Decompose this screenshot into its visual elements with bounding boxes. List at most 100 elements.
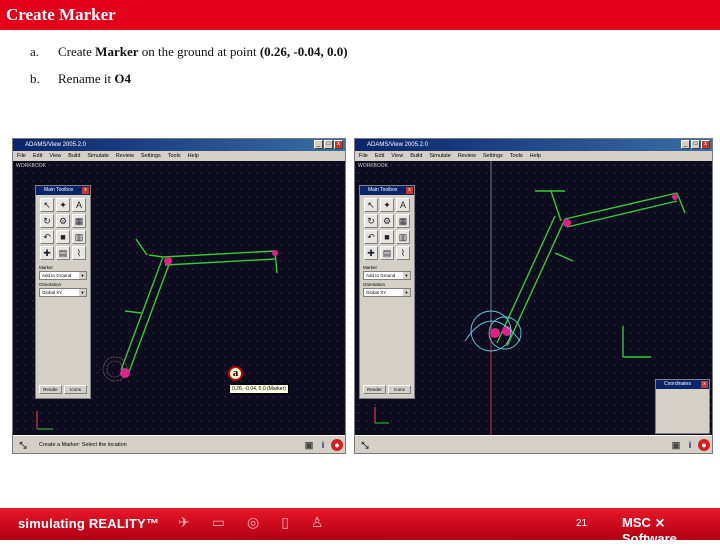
bottle-icon: ▯ [281, 516, 289, 531]
info-icon[interactable]: i [684, 439, 696, 451]
menu-simulate[interactable]: Simulate [429, 151, 450, 161]
toolbar-icon[interactable]: ▣ [303, 439, 315, 451]
close-icon[interactable]: x [406, 187, 413, 194]
toolbox-title-bar: Main Toolbox x [36, 186, 90, 195]
marker-select[interactable]: Add to Ground ▼ [39, 271, 87, 280]
menu-edit[interactable]: Edit [375, 151, 384, 161]
menu-tools[interactable]: Tools [510, 151, 523, 161]
close-button[interactable]: x [334, 140, 343, 149]
graph-icon[interactable]: ⌇ [72, 246, 86, 260]
window-title: ADAMS/View 2005.2.0 [367, 142, 428, 148]
chevron-down-icon: ▼ [79, 272, 86, 279]
render-button[interactable]: Render [363, 385, 386, 394]
text-icon[interactable]: A [396, 198, 410, 212]
menu-edit[interactable]: Edit [33, 151, 42, 161]
view-icon[interactable]: ✦ [380, 198, 394, 212]
window-title-bar: ADAMS/View 2005.2.0 _ □ x [355, 139, 712, 151]
menu-build[interactable]: Build [68, 151, 80, 161]
menu-tools[interactable]: Tools [168, 151, 181, 161]
slide-title: Create Marker [6, 5, 116, 24]
undo-icon[interactable]: ↶ [40, 230, 54, 244]
menu-settings[interactable]: Settings [141, 151, 161, 161]
close-button[interactable]: x [701, 140, 710, 149]
maximize-button[interactable]: □ [691, 140, 700, 149]
close-icon[interactable]: x [82, 187, 89, 194]
table-icon[interactable]: ▦ [396, 214, 410, 228]
window-title-bar: ADAMS/View 2005.2.0 _ □ x [13, 139, 345, 151]
page-number: 21 [576, 518, 588, 529]
database-icon[interactable]: ▤ [380, 246, 394, 260]
rotate-icon[interactable]: ↻ [364, 214, 378, 228]
toolbox-title: Main Toolbox [368, 187, 398, 193]
menu-settings[interactable]: Settings [483, 151, 503, 161]
database-icon[interactable]: ▤ [56, 246, 70, 260]
footer-icon-strip: ✈ ▭ ◎ ▯ ♙ [178, 516, 323, 532]
slide-footer: simulating REALITY™ ✈ ▭ ◎ ▯ ♙ 21 MSC ⨯ S… [0, 508, 720, 546]
main-toolbox: Main Toolbox x ↖ ✦ A ↻ ⚙ ▦ ↶ ■ ▥ ✚ ▤ ⌇ M… [35, 185, 91, 399]
status-bar: ⤡ Create a Marker: Select the location ▣… [13, 435, 345, 453]
menu-help[interactable]: Help [188, 151, 199, 161]
tool-icon[interactable]: ⤡ [359, 439, 371, 451]
minimize-button[interactable]: _ [681, 140, 690, 149]
render-button[interactable]: Render [39, 385, 62, 394]
step-text: Rename it O4 [58, 71, 131, 86]
maximize-button[interactable]: □ [324, 140, 333, 149]
menu-file[interactable]: File [359, 151, 368, 161]
menu-help[interactable]: Help [530, 151, 541, 161]
joint-icon[interactable]: ⚙ [380, 214, 394, 228]
force-icon[interactable]: ✚ [40, 246, 54, 260]
camera-icon[interactable]: ■ [56, 230, 70, 244]
tagline: simulating REALITY™ [18, 516, 160, 531]
menu-view[interactable]: View [49, 151, 61, 161]
step-marker: a. [30, 44, 40, 59]
jet-icon: ✈ [178, 516, 190, 531]
text-icon[interactable]: A [72, 198, 86, 212]
orientation-select[interactable]: Global XY ▼ [39, 288, 87, 297]
toolbar-icon[interactable]: ▣ [670, 439, 682, 451]
menu-view[interactable]: View [391, 151, 403, 161]
stop-icon[interactable]: ● [331, 439, 343, 451]
select-icon[interactable]: ↖ [40, 198, 54, 212]
marker-label: Marker [39, 265, 54, 270]
menu-simulate[interactable]: Simulate [87, 151, 108, 161]
menu-file[interactable]: File [17, 151, 26, 161]
icons-button[interactable]: Icons [388, 385, 411, 394]
main-toolbox: Main Toolbox x ↖ ✦ A ↻ ⚙ ▦ ↶ ■ ▥ ✚ ▤ ⌇ M… [359, 185, 415, 399]
select-icon[interactable]: ↖ [364, 198, 378, 212]
tool-icon[interactable]: ⤡ [17, 439, 29, 451]
info-icon[interactable]: i [317, 439, 329, 451]
grid-icon[interactable]: ▥ [72, 230, 86, 244]
chevron-down-icon: ▼ [79, 289, 86, 296]
table-icon[interactable]: ▦ [72, 214, 86, 228]
icons-button[interactable]: Icons [64, 385, 87, 394]
camera-icon[interactable]: ■ [380, 230, 394, 244]
grid-icon[interactable]: ▥ [396, 230, 410, 244]
stop-icon[interactable]: ● [698, 439, 710, 451]
toolbox-title: Main Toolbox [44, 187, 74, 193]
coordinates-title-bar: Coordinates x [656, 380, 709, 389]
step-text: Create Marker on the ground at point (0.… [58, 44, 348, 59]
slide-header: Create Marker [0, 0, 720, 30]
marker-select[interactable]: Add to Ground ▼ [363, 271, 411, 280]
graph-icon[interactable]: ⌇ [396, 246, 410, 260]
menu-bar: File Edit View Build Simulate Review Set… [355, 151, 712, 161]
toolbox-title-bar: Main Toolbox x [360, 186, 414, 195]
force-icon[interactable]: ✚ [364, 246, 378, 260]
joint-icon[interactable]: ⚙ [56, 214, 70, 228]
close-icon[interactable]: x [701, 381, 708, 388]
figure-icon: ♙ [310, 516, 324, 531]
menu-review[interactable]: Review [116, 151, 134, 161]
view-icon[interactable]: ✦ [56, 198, 70, 212]
minimize-button[interactable]: _ [314, 140, 323, 149]
left-adams-window: ADAMS/View 2005.2.0 _ □ x File Edit View… [12, 138, 346, 454]
chevron-down-icon: ▼ [403, 272, 410, 279]
menu-review[interactable]: Review [458, 151, 476, 161]
menu-build[interactable]: Build [410, 151, 422, 161]
step-marker: b. [30, 71, 40, 86]
orientation-select[interactable]: Global XY ▼ [363, 288, 411, 297]
msc-software-logo: MSC ⨯ Software [622, 515, 677, 546]
location-tooltip: 0.26, -0.04, 0.0 (Marker) [229, 384, 289, 394]
rotate-icon[interactable]: ↻ [40, 214, 54, 228]
status-text: Create a Marker: Select the location [39, 442, 127, 448]
undo-icon[interactable]: ↶ [364, 230, 378, 244]
